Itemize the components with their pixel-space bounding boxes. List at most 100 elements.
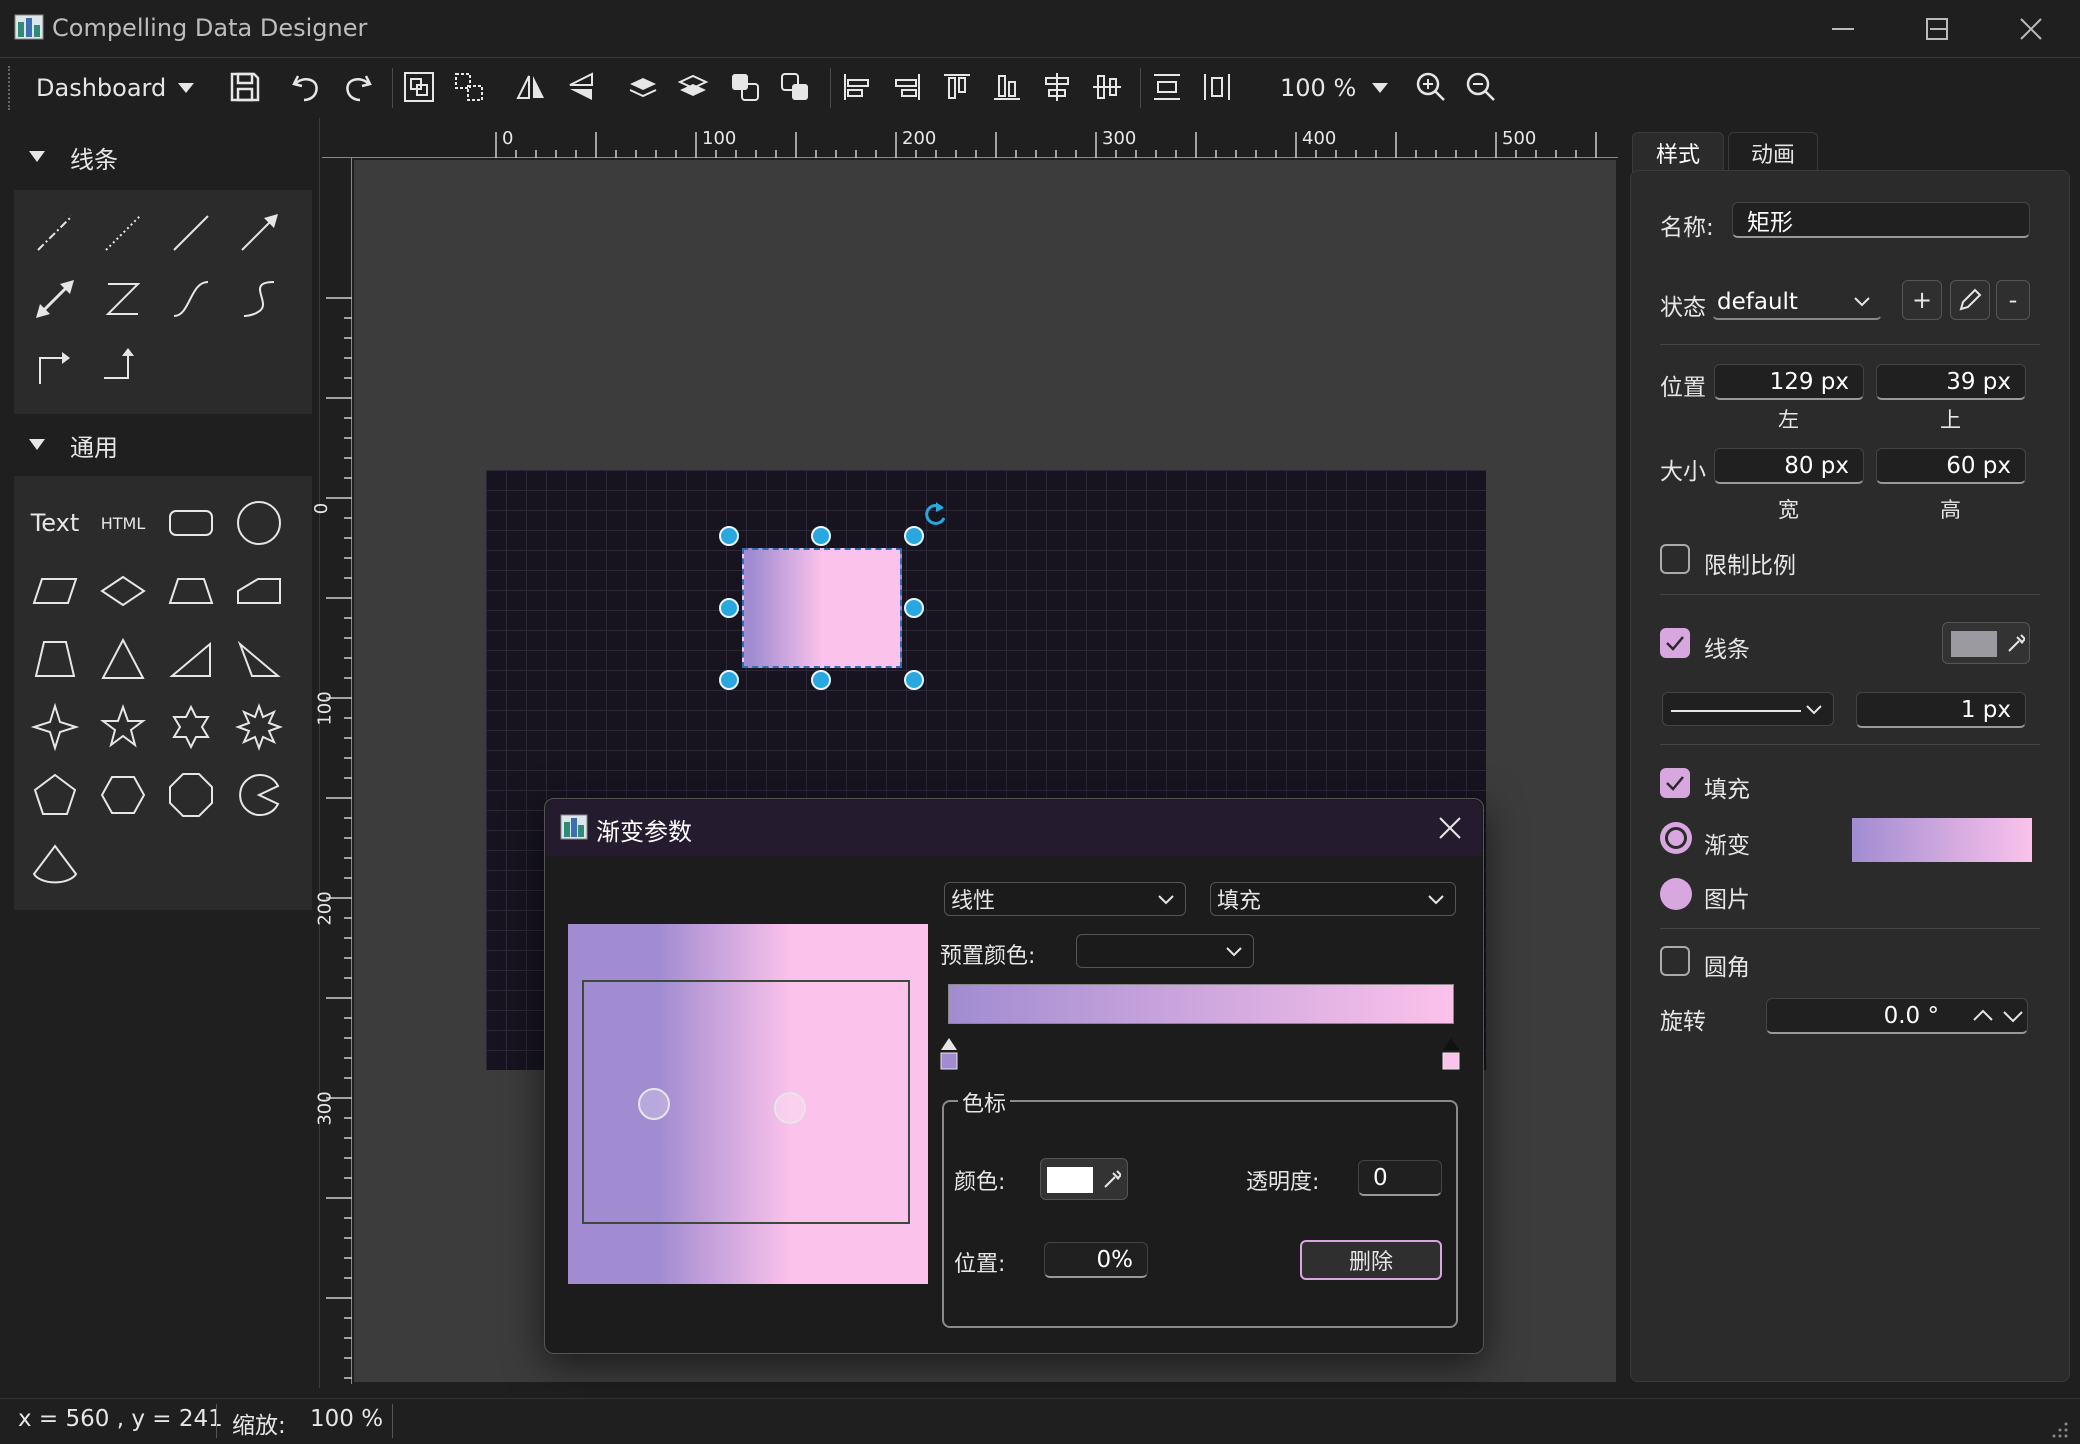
gradient-end-handle[interactable] bbox=[774, 1092, 806, 1124]
gradient-mode-select[interactable]: 填充 bbox=[1210, 882, 1456, 916]
s-curve-tool[interactable] bbox=[226, 266, 292, 332]
dotted-line-tool[interactable] bbox=[90, 200, 156, 266]
align-middle-icon[interactable] bbox=[1084, 64, 1130, 110]
edit-state-button[interactable] bbox=[1950, 280, 1990, 320]
double-arrow-line-tool[interactable] bbox=[22, 266, 88, 332]
stroke-checkbox[interactable] bbox=[1660, 628, 1690, 658]
dashboard-dropdown[interactable]: Dashboard bbox=[36, 70, 196, 106]
gradient-bar[interactable] bbox=[948, 984, 1454, 1024]
redo-icon[interactable] bbox=[334, 64, 380, 110]
align-center-icon[interactable] bbox=[1034, 64, 1080, 110]
resize-handle[interactable] bbox=[719, 526, 739, 546]
zoom-out-icon[interactable] bbox=[1458, 64, 1504, 110]
add-state-button[interactable]: + bbox=[1902, 280, 1942, 320]
fill-checkbox[interactable] bbox=[1660, 768, 1690, 798]
rotate-handle-icon[interactable] bbox=[922, 500, 950, 528]
bring-to-front-icon[interactable] bbox=[722, 64, 768, 110]
five-point-star-tool[interactable] bbox=[90, 694, 156, 760]
tab-style[interactable]: 样式 bbox=[1632, 132, 1724, 172]
align-top-icon[interactable] bbox=[934, 64, 980, 110]
name-input[interactable]: 矩形 bbox=[1732, 202, 2030, 238]
send-to-back-icon[interactable] bbox=[772, 64, 818, 110]
gradient-preview-swatch[interactable] bbox=[1852, 818, 2032, 862]
stroke-color-picker[interactable] bbox=[1942, 622, 2030, 664]
minimize-icon[interactable] bbox=[1828, 14, 1858, 44]
resize-handle[interactable] bbox=[719, 598, 739, 618]
lines-section-header[interactable]: 线条 bbox=[28, 137, 118, 177]
gradient-type-select[interactable]: 线性 bbox=[944, 882, 1186, 916]
rounded-rect-tool[interactable] bbox=[158, 490, 224, 556]
undo-icon[interactable] bbox=[284, 64, 330, 110]
line-style-select[interactable] bbox=[1662, 692, 1834, 726]
resize-grip-icon[interactable] bbox=[2050, 1420, 2070, 1440]
align-bottom-icon[interactable] bbox=[984, 64, 1030, 110]
slanted-rect-tool[interactable] bbox=[226, 558, 292, 624]
resize-handle[interactable] bbox=[811, 526, 831, 546]
state-select[interactable]: default bbox=[1712, 284, 1882, 320]
right-triangle-tool[interactable] bbox=[158, 626, 224, 692]
curve-line-tool[interactable] bbox=[158, 266, 224, 332]
flip-vertical-icon[interactable] bbox=[558, 64, 604, 110]
gradient-preview-area[interactable] bbox=[568, 924, 928, 1284]
resize-handle[interactable] bbox=[811, 670, 831, 690]
elbow-arrow-tool[interactable] bbox=[22, 332, 88, 398]
diamond-tool[interactable] bbox=[90, 558, 156, 624]
flip-horizontal-icon[interactable] bbox=[508, 64, 554, 110]
delete-stop-button[interactable]: 删除 bbox=[1300, 1240, 1442, 1280]
selected-rectangle[interactable] bbox=[742, 548, 902, 668]
color-stop-end[interactable] bbox=[1442, 1036, 1460, 1070]
circle-tool[interactable] bbox=[226, 490, 292, 556]
step-arrow-tool[interactable] bbox=[90, 332, 156, 398]
triangle-tool[interactable] bbox=[90, 626, 156, 692]
resize-handle[interactable] bbox=[719, 670, 739, 690]
dash-dot-line-tool[interactable] bbox=[22, 200, 88, 266]
gradient-start-handle[interactable] bbox=[638, 1088, 670, 1120]
pentagon-tool[interactable] bbox=[22, 762, 88, 828]
rounded-corner-checkbox[interactable] bbox=[1660, 946, 1690, 976]
preset-colors-select[interactable] bbox=[1076, 934, 1254, 968]
align-left-icon[interactable] bbox=[834, 64, 880, 110]
stroke-width-input[interactable]: 1 px bbox=[1856, 692, 2026, 728]
align-right-icon[interactable] bbox=[884, 64, 930, 110]
color-stop-start[interactable] bbox=[940, 1036, 958, 1070]
left-input[interactable]: 129 px bbox=[1714, 364, 1864, 400]
width-input[interactable]: 80 px bbox=[1714, 448, 1864, 484]
resize-handle[interactable] bbox=[904, 598, 924, 618]
resize-handle[interactable] bbox=[904, 670, 924, 690]
lock-ratio-checkbox[interactable] bbox=[1660, 544, 1690, 574]
save-icon[interactable] bbox=[222, 64, 268, 110]
zoom-dropdown[interactable]: 100 % bbox=[1280, 70, 1390, 106]
height-input[interactable]: 60 px bbox=[1876, 448, 2026, 484]
stop-position-input[interactable]: 0% bbox=[1044, 1242, 1148, 1278]
zoom-in-icon[interactable] bbox=[1408, 64, 1454, 110]
image-radio[interactable] bbox=[1660, 878, 1692, 910]
top-input[interactable]: 39 px bbox=[1876, 364, 2026, 400]
tab-animation[interactable]: 动画 bbox=[1728, 132, 1818, 172]
sector-tool[interactable] bbox=[22, 830, 88, 896]
distribute-horizontal-icon[interactable] bbox=[1194, 64, 1240, 110]
group-icon[interactable] bbox=[396, 64, 442, 110]
six-point-star-tool[interactable] bbox=[158, 694, 224, 760]
dialog-close-icon[interactable] bbox=[1436, 814, 1464, 842]
text-shape-tool[interactable]: Text bbox=[22, 490, 88, 556]
arrow-line-tool[interactable] bbox=[226, 200, 292, 266]
parallelogram-tool[interactable] bbox=[22, 558, 88, 624]
send-backward-icon[interactable] bbox=[670, 64, 716, 110]
pacman-tool[interactable] bbox=[226, 762, 292, 828]
zigzag-line-tool[interactable] bbox=[90, 266, 156, 332]
general-section-header[interactable]: 通用 bbox=[28, 425, 118, 465]
opacity-input[interactable]: 0 bbox=[1358, 1160, 1442, 1196]
solid-line-tool[interactable] bbox=[158, 200, 224, 266]
obtuse-triangle-tool[interactable] bbox=[226, 626, 292, 692]
ungroup-icon[interactable] bbox=[446, 64, 492, 110]
hexagon-tool[interactable] bbox=[90, 762, 156, 828]
eight-point-star-tool[interactable] bbox=[226, 694, 292, 760]
distribute-vertical-icon[interactable] bbox=[1144, 64, 1190, 110]
bring-forward-icon[interactable] bbox=[620, 64, 666, 110]
four-point-star-tool[interactable] bbox=[22, 694, 88, 760]
tall-trapezoid-tool[interactable] bbox=[22, 626, 88, 692]
remove-state-button[interactable]: - bbox=[1996, 280, 2030, 320]
gradient-radio[interactable] bbox=[1660, 822, 1692, 854]
decrease-icon[interactable] bbox=[2002, 1008, 2024, 1024]
increase-icon[interactable] bbox=[1972, 1008, 1994, 1024]
